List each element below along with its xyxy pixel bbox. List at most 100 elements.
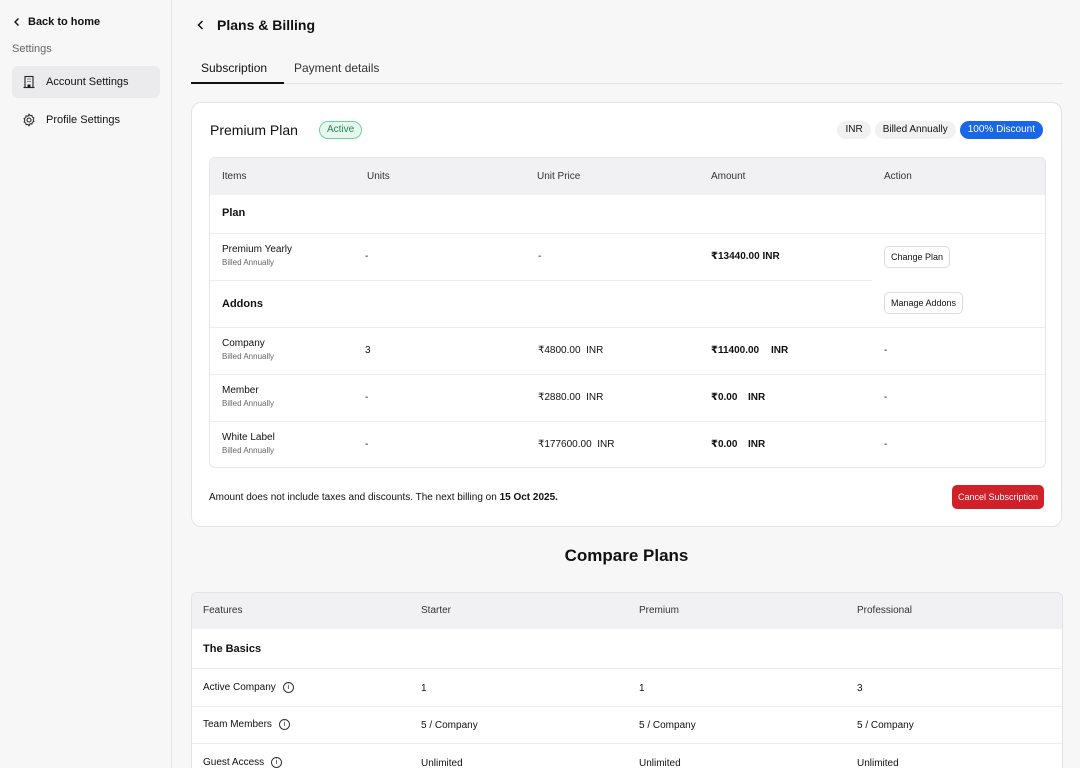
item-cell: Member Billed Annually [222, 385, 274, 408]
professional-cell: 3 [857, 683, 863, 694]
table-row: Team Members i 5 / Company 5 / Company 5 … [192, 706, 1062, 743]
section-label: The Basics [203, 643, 262, 655]
sidebar-item-account-settings[interactable]: Account Settings [12, 66, 160, 98]
table-row: Guest Access i Unlimited Unlimited Unlimi… [192, 743, 1062, 768]
action-cell: - [884, 392, 888, 403]
settings-section-label: Settings [12, 43, 52, 55]
units-cell: 3 [365, 345, 371, 356]
header-amount: Amount [711, 171, 746, 182]
plan-chips: INR Billed Annually 100% Discount [837, 121, 1043, 139]
action-cell: - [884, 439, 888, 450]
table-row: Company Billed Annually 3 ₹4800.00 INR ₹… [210, 327, 1045, 374]
action-cell: - [884, 345, 888, 356]
main-content: Plans & Billing Subscription Payment det… [173, 0, 1080, 768]
gear-icon [23, 113, 35, 127]
sidebar-item-label: Account Settings [46, 76, 129, 88]
table-row: Premium Yearly Billed Annually - - ₹1344… [210, 233, 1045, 280]
building-icon [23, 75, 35, 89]
next-billing-date: 15 Oct 2025. [499, 492, 558, 503]
info-icon[interactable]: i [282, 682, 294, 693]
sidebar-item-profile-settings[interactable]: Profile Settings [12, 104, 160, 136]
item-name: Company [222, 338, 265, 349]
amount-currency: INR [771, 345, 789, 356]
units-cell: - [365, 392, 369, 403]
header-units: Units [367, 171, 390, 182]
addons-section-row: Addons [210, 280, 872, 327]
footnote-text: Amount does not include taxes and discou… [209, 492, 500, 503]
cancel-subscription-button[interactable]: Cancel Subscription [951, 485, 1044, 509]
compare-table: Features Starter Premium Professional Th… [191, 592, 1063, 768]
sidebar-item-label: Profile Settings [46, 114, 120, 126]
feature-name: Guest Access [203, 757, 265, 768]
header-features: Features [203, 605, 243, 616]
chevron-left-icon[interactable] [195, 19, 207, 31]
tab-payment-details[interactable]: Payment details [284, 58, 389, 84]
table-row: Member Billed Annually - ₹2880.00 INR ₹0… [210, 374, 1045, 421]
plan-section-row: Plan [210, 195, 1045, 233]
tab-subscription[interactable]: Subscription [191, 58, 284, 84]
chevron-left-icon [14, 18, 19, 26]
subscription-card: Premium Plan Active INR Billed Annually … [191, 102, 1062, 527]
compare-plans-title: Compare Plans [564, 546, 689, 565]
professional-cell: Unlimited [857, 758, 899, 768]
premium-cell: 1 [639, 683, 645, 694]
amount-cell: ₹11400.00 [711, 345, 760, 356]
starter-cell: Unlimited [421, 758, 463, 768]
item-name: Premium Yearly [222, 244, 293, 255]
item-name: Member [222, 385, 259, 396]
status-badge: Active [319, 121, 363, 139]
manage-addons-button[interactable]: Manage Addons [884, 292, 964, 314]
premium-cell: Unlimited [639, 758, 681, 768]
feature-cell: Team Members i [203, 719, 290, 730]
back-label: Back to home [28, 16, 101, 28]
section-label: Plan [222, 207, 246, 219]
info-icon[interactable]: i [271, 757, 283, 768]
feature-cell: Guest Access i [203, 757, 283, 768]
back-to-home-link[interactable]: Back to home [12, 16, 100, 28]
table-header: Items Units Unit Price Amount Action [210, 158, 1045, 195]
amount-cell: ₹13440.00 INR [711, 251, 780, 262]
change-plan-button[interactable]: Change Plan [884, 246, 951, 268]
item-cell: Premium Yearly Billed Annually [222, 244, 292, 267]
unit-price-cell: - [538, 251, 542, 262]
table-row: Active Company i 1 1 3 [192, 668, 1062, 706]
amount-cell: ₹0.00 [711, 392, 738, 403]
item-cell: White Label Billed Annually [222, 432, 275, 455]
item-name: White Label [222, 432, 275, 443]
amount-cell: ₹0.00 [711, 439, 738, 450]
section-label: Addons [222, 298, 263, 310]
amount-currency: INR [748, 439, 766, 450]
billing-table: Items Units Unit Price Amount Action Pla… [209, 157, 1046, 468]
header-premium: Premium [639, 605, 680, 616]
compare-header: Features Starter Premium Professional [192, 593, 1062, 629]
premium-cell: 5 / Company [639, 720, 696, 731]
discount-chip: 100% Discount [959, 121, 1043, 139]
amount-currency: INR [748, 392, 766, 403]
currency-chip: INR [837, 121, 871, 139]
header-items: Items [222, 171, 247, 182]
info-icon[interactable]: i [278, 719, 290, 730]
item-billing: Billed Annually [222, 446, 275, 455]
table-row: White Label Billed Annually - ₹177600.00… [210, 421, 1045, 467]
billing-footnote: Amount does not include taxes and discou… [209, 492, 558, 503]
units-cell: - [365, 439, 369, 450]
units-cell: - [365, 251, 369, 262]
header-starter: Starter [421, 605, 452, 616]
page-title: Plans & Billing [217, 17, 316, 33]
feature-name: Active Company [203, 682, 276, 694]
header-unit-price: Unit Price [537, 171, 581, 182]
starter-cell: 1 [421, 683, 427, 694]
page-header: Plans & Billing [195, 17, 315, 33]
item-cell: Company Billed Annually [222, 338, 274, 361]
feature-name: Team Members [203, 719, 272, 731]
unit-price-cell: ₹177600.00 INR [538, 439, 615, 450]
unit-price-cell: ₹4800.00 INR [538, 345, 604, 356]
sidebar: Back to home Settings Account Settings P… [0, 0, 172, 768]
billing-cycle-chip: Billed Annually [874, 121, 956, 139]
item-billing: Billed Annually [222, 399, 275, 408]
professional-cell: 5 / Company [857, 720, 914, 731]
tab-bar: Subscription Payment details [191, 58, 1063, 84]
header-action: Action [884, 171, 912, 182]
header-professional: Professional [857, 605, 913, 616]
plan-name: Premium Plan [210, 122, 298, 138]
